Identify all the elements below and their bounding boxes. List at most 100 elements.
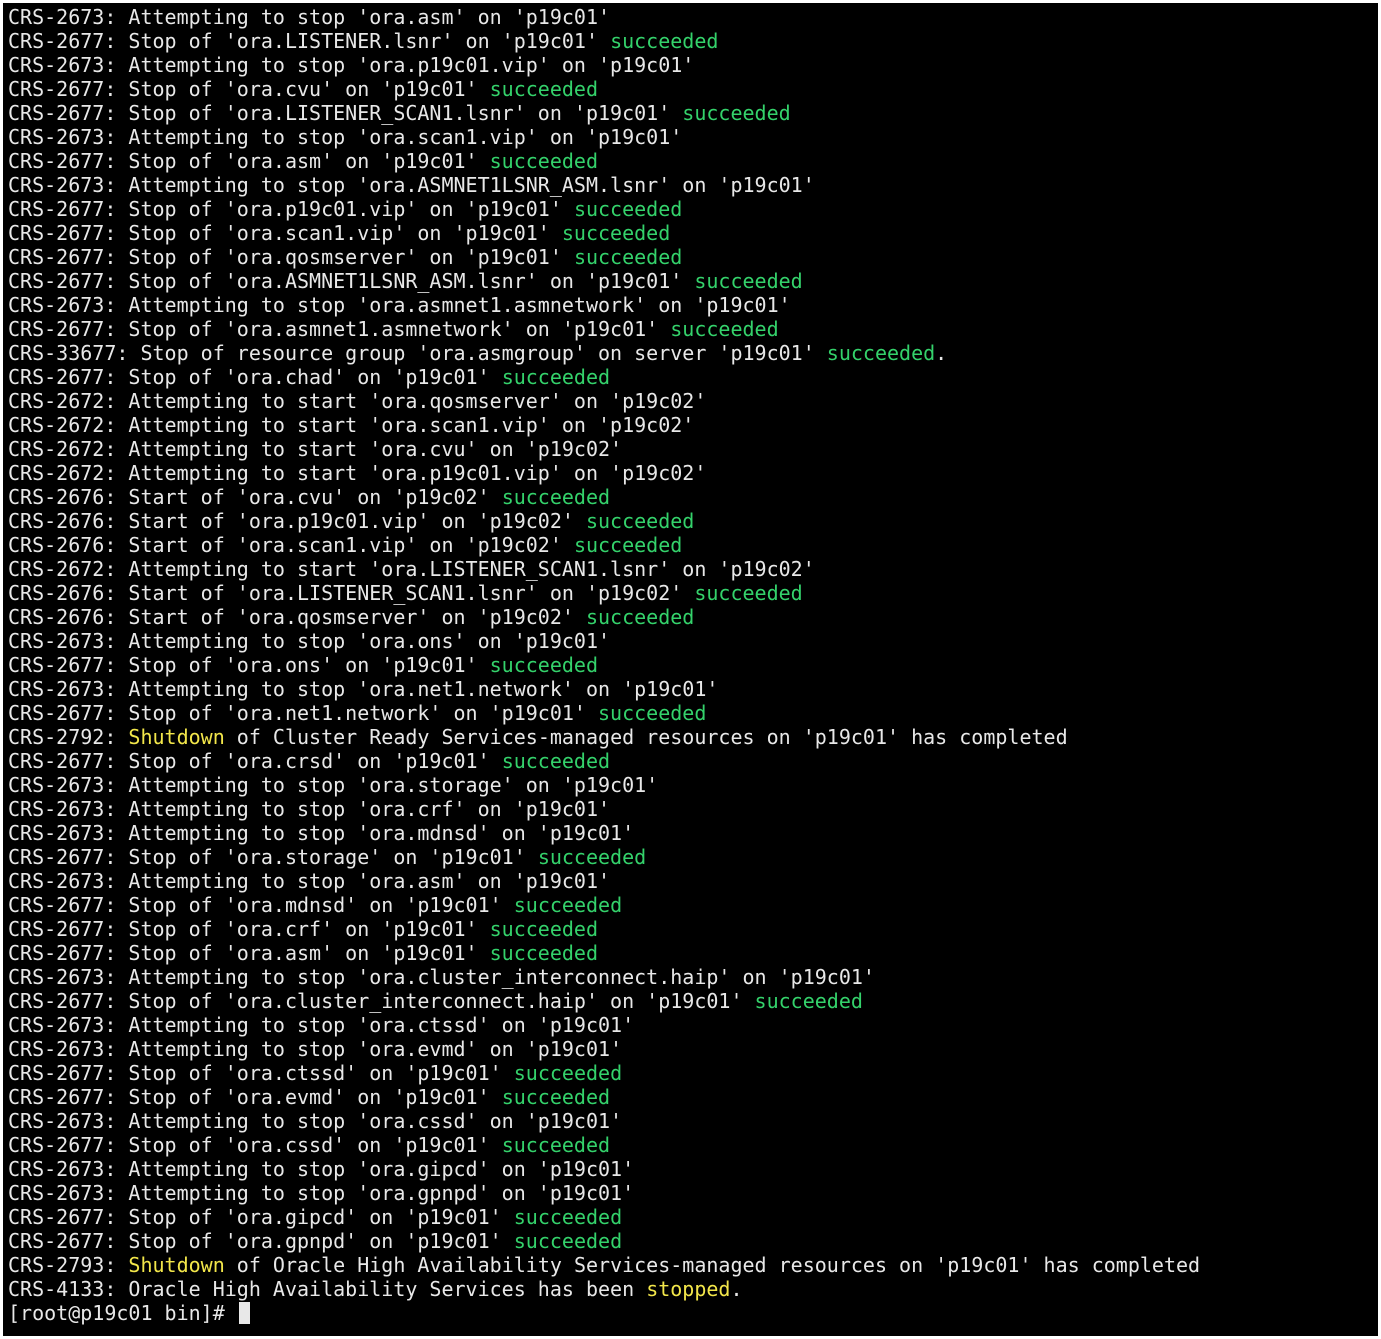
terminal-line: CRS-2673: Attempting to stop 'ora.scan1.… (8, 125, 1200, 149)
terminal-line: CRS-2677: Stop of 'ora.LISTENER_SCAN1.ls… (8, 101, 1200, 125)
line-text: CRS-2677: Stop of 'ora.gipcd' on 'p19c01… (8, 1205, 514, 1229)
terminal-line: CRS-2673: Attempting to stop 'ora.crf' o… (8, 797, 1200, 821)
line-text: CRS-2793: (8, 1253, 129, 1277)
terminal-line: CRS-2677: Stop of 'ora.gipcd' on 'p19c01… (8, 1205, 1200, 1229)
line-text: CRS-2677: Stop of 'ora.crsd' on 'p19c01' (8, 749, 502, 773)
terminal-line: CRS-2677: Stop of 'ora.evmd' on 'p19c01'… (8, 1085, 1200, 1109)
status-succeeded: succeeded (573, 197, 683, 221)
line-text: CRS-2677: Stop of 'ora.storage' on 'p19c… (8, 845, 538, 869)
line-text: CRS-2673: Attempting to stop 'ora.net1.n… (8, 677, 719, 701)
terminal-line: CRS-2677: Stop of 'ora.chad' on 'p19c01'… (8, 365, 1200, 389)
status-succeeded: succeeded (573, 533, 683, 557)
line-text: CRS-2677: Stop of 'ora.crf' on 'p19c01' (8, 917, 490, 941)
status-succeeded: succeeded (682, 101, 791, 125)
terminal-line: CRS-2673: Attempting to stop 'ora.gpnpd'… (8, 1181, 1200, 1205)
terminal-line: CRS-2792: Shutdown of Cluster Ready Serv… (8, 725, 1200, 749)
status-succeeded: succeeded (513, 1205, 623, 1229)
status-succeeded: succeeded (489, 653, 599, 677)
line-text: CRS-2676: Start of 'ora.scan1.vip' on 'p… (8, 533, 574, 557)
terminal-line: CRS-2677: Stop of 'ora.LISTENER.lsnr' on… (8, 29, 1200, 53)
status-succeeded: succeeded (501, 749, 611, 773)
terminal-line: CRS-2677: Stop of 'ora.net1.network' on … (8, 701, 1200, 725)
terminal-line: CRS-2677: Stop of 'ora.mdnsd' on 'p19c01… (8, 893, 1200, 917)
line-text: CRS-33677: Stop of resource group 'ora.a… (8, 341, 827, 365)
terminal-line: CRS-2673: Attempting to stop 'ora.asmnet… (8, 293, 1200, 317)
terminal-line: CRS-2677: Stop of 'ora.asm' on 'p19c01' … (8, 149, 1200, 173)
line-text: CRS-2677: Stop of 'ora.asm' on 'p19c01' (8, 941, 490, 965)
terminal-line: CRS-2673: Attempting to stop 'ora.asm' o… (8, 869, 1200, 893)
terminal-line: CRS-2677: Stop of 'ora.qosmserver' on 'p… (8, 245, 1200, 269)
status-succeeded: succeeded (694, 581, 803, 605)
status-succeeded: succeeded (585, 509, 695, 533)
status-succeeded: succeeded (610, 29, 719, 53)
line-text: CRS-2676: Start of 'ora.cvu' on 'p19c02' (8, 485, 502, 509)
line-text: CRS-2672: Attempting to start 'ora.qosms… (8, 389, 707, 413)
terminal-line: CRS-2673: Attempting to stop 'ora.p19c01… (8, 53, 1200, 77)
line-text: CRS-2677: Stop of 'ora.p19c01.vip' on 'p… (8, 197, 574, 221)
terminal-line: CRS-2676: Start of 'ora.scan1.vip' on 'p… (8, 533, 1200, 557)
line-text: CRS-2676: Start of 'ora.LISTENER_SCAN1.l… (8, 581, 695, 605)
line-text: CRS-2673: Attempting to stop 'ora.cssd' … (8, 1109, 623, 1133)
line-text: CRS-2677: Stop of 'ora.ASMNET1LSNR_ASM.l… (8, 269, 695, 293)
terminal-line: CRS-2673: Attempting to stop 'ora.mdnsd'… (8, 821, 1200, 845)
line-text: CRS-2673: Attempting to stop 'ora.evmd' … (8, 1037, 623, 1061)
line-text: CRS-2677: Stop of 'ora.cssd' on 'p19c01' (8, 1133, 502, 1157)
line-text: CRS-2672: Attempting to start 'ora.scan1… (8, 413, 695, 437)
line-text: of Cluster Ready Services-managed resour… (224, 725, 1068, 749)
terminal-line: CRS-4133: Oracle High Availability Servi… (8, 1277, 1200, 1301)
terminal-window[interactable]: CRS-2673: Attempting to stop 'ora.asm' o… (3, 3, 1378, 1336)
line-text: CRS-2672: Attempting to start 'ora.LISTE… (8, 557, 815, 581)
status-succeeded: succeeded (501, 1085, 611, 1109)
status-succeeded: succeeded (826, 341, 936, 365)
line-text: CRS-2677: Stop of 'ora.ons' on 'p19c01' (8, 653, 490, 677)
terminal-line: CRS-2672: Attempting to start 'ora.LISTE… (8, 557, 1200, 581)
terminal-line: CRS-2673: Attempting to stop 'ora.cssd' … (8, 1109, 1200, 1133)
line-text: CRS-2673: Attempting to stop 'ora.asm' o… (8, 5, 611, 29)
status-succeeded: succeeded (489, 941, 599, 965)
terminal-line: CRS-2673: Attempting to stop 'ora.ons' o… (8, 629, 1200, 653)
terminal-line: CRS-2672: Attempting to start 'ora.qosms… (8, 389, 1200, 413)
terminal-line: CRS-2793: Shutdown of Oracle High Availa… (8, 1253, 1200, 1277)
line-text: . (730, 1277, 743, 1301)
line-text: CRS-2677: Stop of 'ora.cvu' on 'p19c01' (8, 77, 490, 101)
line-text: CRS-2673: Attempting to stop 'ora.ons' o… (8, 629, 611, 653)
line-text: CRS-2673: Attempting to stop 'ora.gpnpd'… (8, 1181, 635, 1205)
line-text: CRS-2677: Stop of 'ora.mdnsd' on 'p19c01… (8, 893, 514, 917)
prompt-line[interactable]: [root@p19c01 bin]# (8, 1301, 1200, 1325)
terminal-line: CRS-2677: Stop of 'ora.scan1.vip' on 'p1… (8, 221, 1200, 245)
terminal-line: CRS-2673: Attempting to stop 'ora.gipcd'… (8, 1157, 1200, 1181)
status-succeeded: succeeded (573, 245, 683, 269)
terminal-line: CRS-2673: Attempting to stop 'ora.asm' o… (8, 5, 1200, 29)
line-text: CRS-2677: Stop of 'ora.asm' on 'p19c01' (8, 149, 490, 173)
line-text: CRS-2676: Start of 'ora.qosmserver' on '… (8, 605, 586, 629)
line-text: CRS-2673: Attempting to stop 'ora.asm' o… (8, 869, 611, 893)
line-text: CRS-2672: Attempting to start 'ora.p19c0… (8, 461, 707, 485)
terminal-line: CRS-33677: Stop of resource group 'ora.a… (8, 341, 1200, 365)
line-text: CRS-2677: Stop of 'ora.ctssd' on 'p19c01… (8, 1061, 514, 1085)
terminal-line: CRS-2677: Stop of 'ora.asmnet1.asmnetwor… (8, 317, 1200, 341)
terminal-line: CRS-2677: Stop of 'ora.asm' on 'p19c01' … (8, 941, 1200, 965)
line-text: . (935, 341, 948, 365)
terminal-line: CRS-2672: Attempting to start 'ora.scan1… (8, 413, 1200, 437)
terminal-line: CRS-2673: Attempting to stop 'ora.net1.n… (8, 677, 1200, 701)
terminal-line: CRS-2673: Attempting to stop 'ora.ASMNET… (8, 173, 1200, 197)
terminal-line: CRS-2677: Stop of 'ora.storage' on 'p19c… (8, 845, 1200, 869)
status-succeeded: succeeded (501, 485, 611, 509)
terminal-line: CRS-2677: Stop of 'ora.ASMNET1LSNR_ASM.l… (8, 269, 1200, 293)
terminal-output: CRS-2673: Attempting to stop 'ora.asm' o… (8, 5, 1200, 1325)
line-text: CRS-2677: Stop of 'ora.asmnet1.asmnetwor… (8, 317, 671, 341)
status-highlight: Shutdown (128, 1253, 225, 1277)
status-highlight: stopped (646, 1277, 731, 1301)
status-succeeded: succeeded (489, 917, 599, 941)
shell-prompt: [root@p19c01 bin]# (8, 1301, 237, 1325)
status-succeeded: succeeded (537, 845, 647, 869)
line-text: CRS-4133: Oracle High Availability Servi… (8, 1277, 647, 1301)
terminal-line: CRS-2673: Attempting to stop 'ora.cluste… (8, 965, 1200, 989)
line-text: CRS-2673: Attempting to stop 'ora.mdnsd'… (8, 821, 635, 845)
cursor-block[interactable] (238, 1302, 250, 1324)
status-succeeded: succeeded (489, 77, 599, 101)
terminal-line: CRS-2677: Stop of 'ora.cvu' on 'p19c01' … (8, 77, 1200, 101)
status-succeeded: succeeded (501, 365, 611, 389)
terminal-line: CRS-2677: Stop of 'ora.cluster_interconn… (8, 989, 1200, 1013)
status-succeeded: succeeded (513, 1229, 623, 1253)
